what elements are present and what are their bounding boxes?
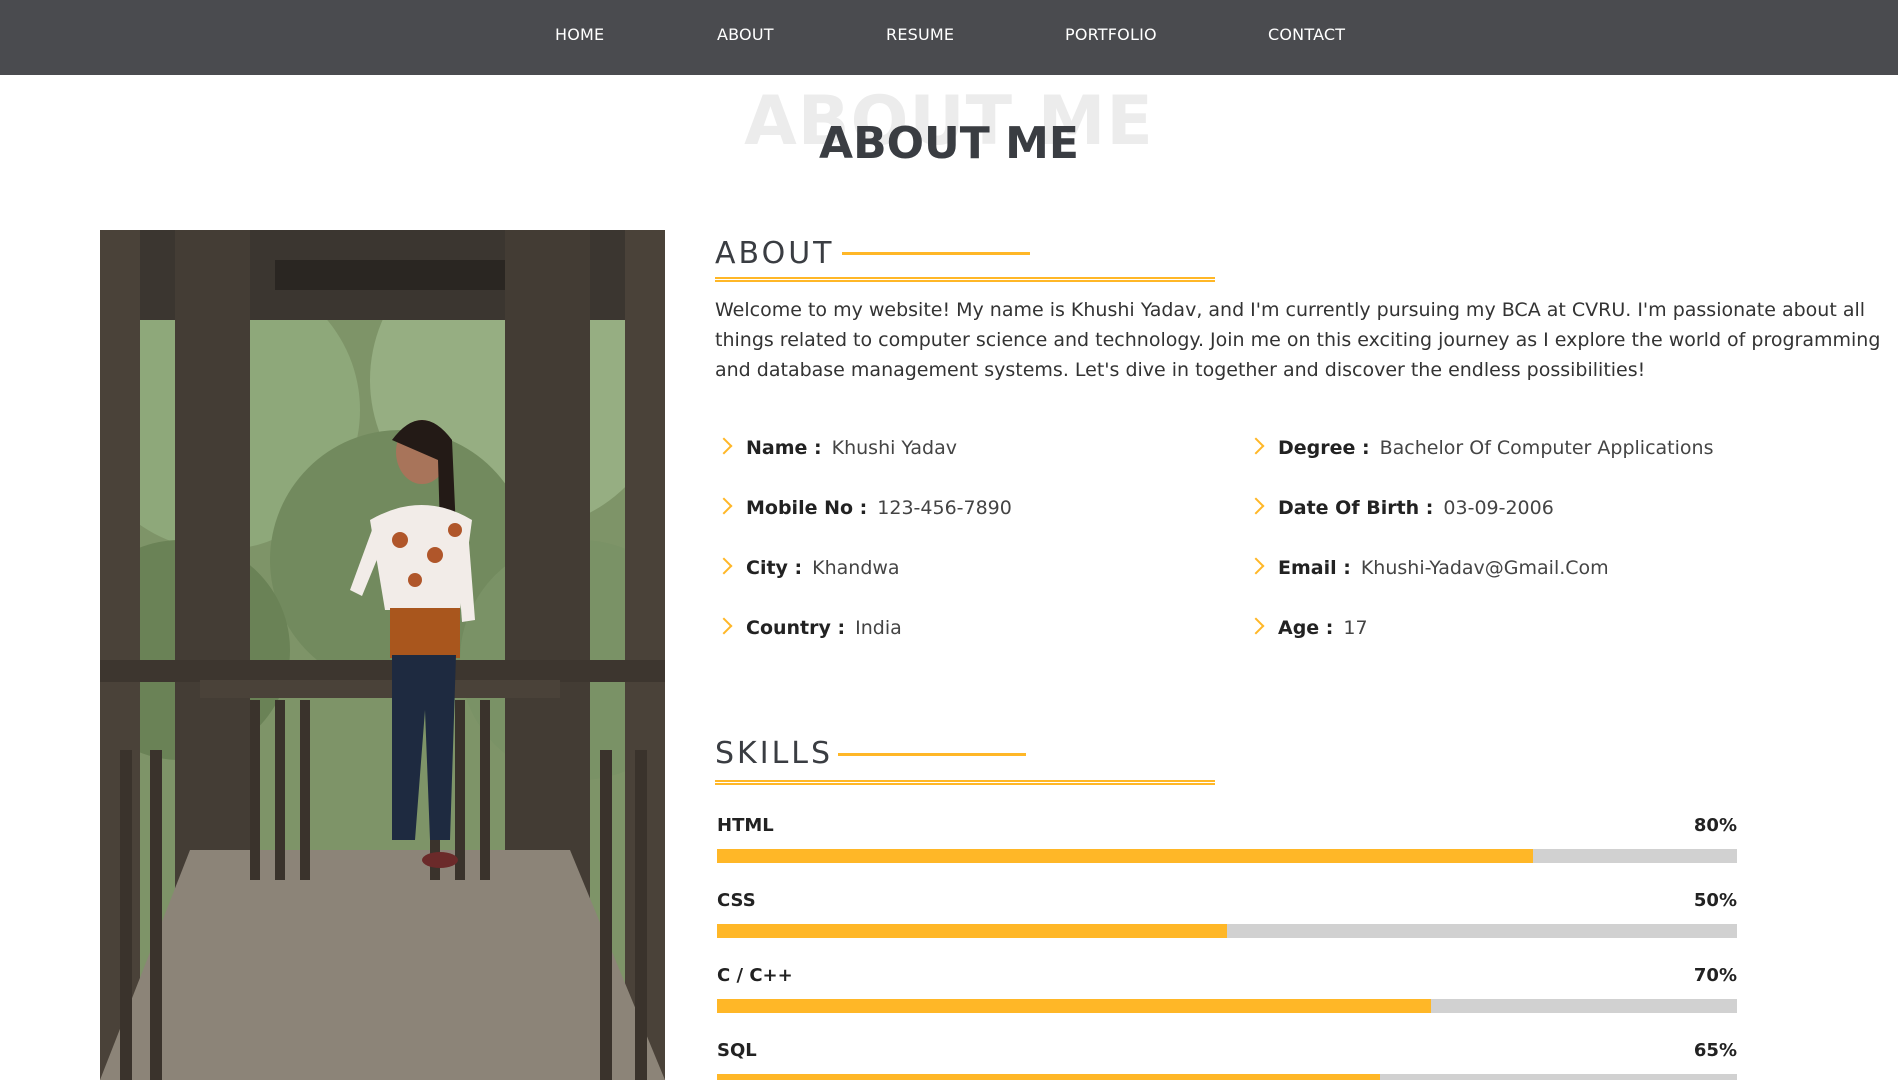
skill-progress-track bbox=[717, 924, 1737, 938]
skill-percent: 70% bbox=[1693, 965, 1737, 986]
skill-progress-fill bbox=[717, 849, 1533, 863]
skill-percent: 50% bbox=[1693, 890, 1737, 911]
info-value: 17 bbox=[1343, 617, 1368, 639]
chevron-right-icon bbox=[715, 617, 733, 635]
info-value: Khandwa bbox=[812, 557, 900, 579]
nav-home-link[interactable]: HOME bbox=[555, 25, 604, 44]
skill-progress-fill bbox=[717, 999, 1431, 1013]
chevron-right-icon bbox=[715, 557, 733, 575]
skill-progress-track bbox=[717, 999, 1737, 1013]
about-heading-underline-short bbox=[842, 252, 1030, 255]
skill-name: CSS bbox=[717, 890, 756, 911]
about-heading-underline-long bbox=[715, 277, 1215, 282]
skills-heading-underline-short bbox=[838, 753, 1026, 756]
nav-portfolio-link[interactable]: PORTFOLIO bbox=[1065, 25, 1157, 44]
info-value: India bbox=[855, 617, 902, 639]
skill-name: HTML bbox=[717, 815, 774, 836]
info-age: Age : 17 bbox=[1247, 617, 1368, 639]
info-value: 123-456-7890 bbox=[877, 497, 1012, 519]
skills-heading: SKILLS bbox=[715, 736, 834, 771]
about-heading: ABOUT bbox=[715, 236, 835, 271]
info-city: City : Khandwa bbox=[715, 557, 900, 579]
info-email: Email : Khushi-Yadav@Gmail.Com bbox=[1247, 557, 1609, 579]
skill-progress-track bbox=[717, 849, 1737, 863]
skill-progress-track bbox=[717, 1074, 1737, 1080]
profile-photo bbox=[100, 230, 665, 1080]
info-label: Degree : bbox=[1278, 437, 1370, 459]
info-label: Country : bbox=[746, 617, 846, 639]
skill-percent: 80% bbox=[1693, 815, 1737, 836]
chevron-right-icon bbox=[715, 437, 733, 455]
info-label: Age : bbox=[1278, 617, 1334, 639]
skill-percent: 65% bbox=[1693, 1040, 1737, 1061]
skill-name: SQL bbox=[717, 1040, 757, 1061]
chevron-right-icon bbox=[1247, 557, 1265, 575]
info-label: Email : bbox=[1278, 557, 1351, 579]
nav-resume-link[interactable]: RESUME bbox=[886, 25, 954, 44]
chevron-right-icon bbox=[1247, 437, 1265, 455]
info-name: Name : Khushi Yadav bbox=[715, 437, 958, 459]
info-dob: Date Of Birth : 03-09-2006 bbox=[1247, 497, 1554, 519]
info-mobile: Mobile No : 123-456-7890 bbox=[715, 497, 1012, 519]
info-degree: Degree : Bachelor Of Computer Application… bbox=[1247, 437, 1714, 459]
top-navbar: HOME ABOUT RESUME PORTFOLIO CONTACT bbox=[0, 0, 1898, 75]
info-country: Country : India bbox=[715, 617, 902, 639]
info-value: Khushi-Yadav@Gmail.Com bbox=[1360, 557, 1609, 579]
info-label: Mobile No : bbox=[746, 497, 868, 519]
nav-about-link[interactable]: ABOUT bbox=[717, 25, 774, 44]
about-description: Welcome to my website! My name is Khushi… bbox=[715, 299, 1881, 381]
chevron-right-icon bbox=[715, 497, 733, 515]
chevron-right-icon bbox=[1247, 497, 1265, 515]
info-label: Date Of Birth : bbox=[1278, 497, 1434, 519]
info-value: Khushi Yadav bbox=[831, 437, 958, 459]
section-title: ABOUT ME bbox=[819, 118, 1079, 169]
info-value: Bachelor Of Computer Applications bbox=[1379, 437, 1714, 459]
info-label: City : bbox=[746, 557, 803, 579]
nav-contact-link[interactable]: CONTACT bbox=[1268, 25, 1345, 44]
skill-name: C / C++ bbox=[717, 965, 793, 986]
skill-progress-fill bbox=[717, 924, 1227, 938]
chevron-right-icon bbox=[1247, 617, 1265, 635]
info-label: Name : bbox=[746, 437, 822, 459]
info-value: 03-09-2006 bbox=[1443, 497, 1554, 519]
skill-progress-fill bbox=[717, 1074, 1380, 1080]
skills-heading-underline-long bbox=[715, 780, 1215, 785]
